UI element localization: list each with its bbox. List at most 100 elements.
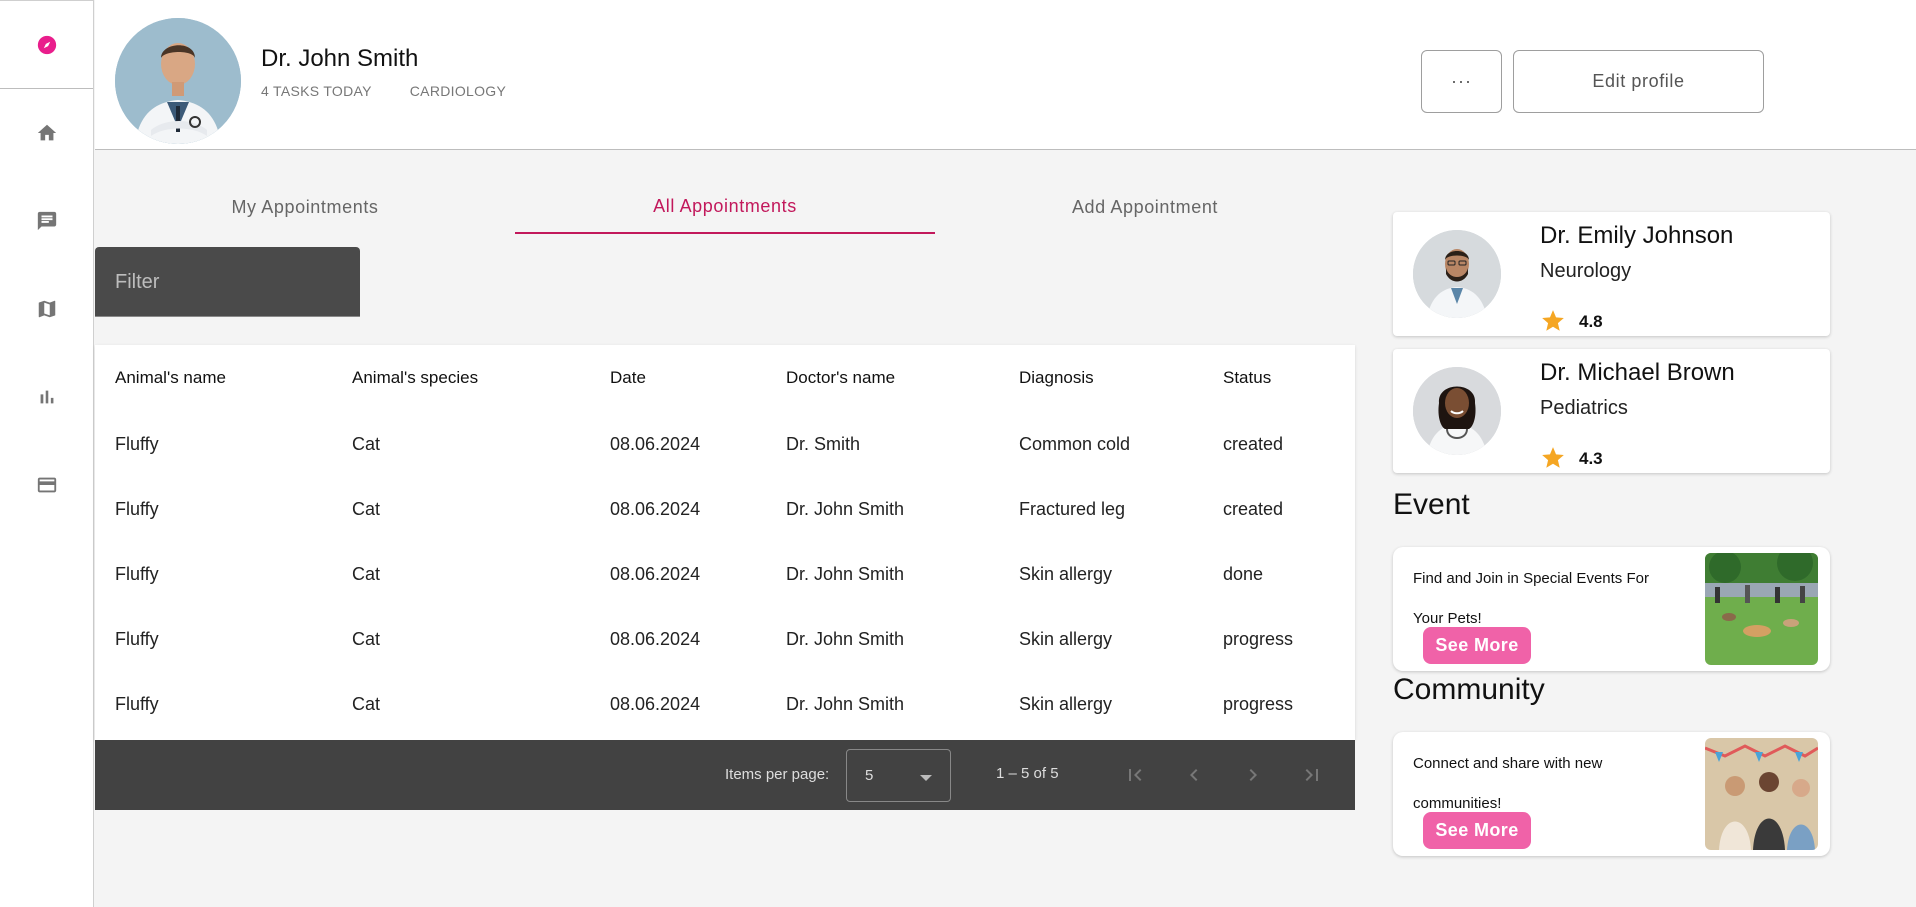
sidebar-item-stats[interactable] <box>0 353 93 441</box>
cell-doctor: Dr. John Smith <box>786 694 905 714</box>
appointments-table: Animal's name Animal's species Date Doct… <box>95 345 1355 740</box>
sidebar-item-explore[interactable] <box>0 0 93 89</box>
cell-species: Cat <box>352 694 381 714</box>
header-diagnosis[interactable]: Diagnosis <box>1019 368 1094 388</box>
doctor-card-rating: 4.8 <box>1579 312 1603 331</box>
profile-header: Dr. John Smith 4 TASKS TODAY CARDIOLOGY ·… <box>95 0 1916 150</box>
doctor-name: Dr. John Smith <box>261 45 419 72</box>
header-date[interactable]: Date <box>610 368 646 388</box>
cell-diagnosis: Skin allergy <box>1019 629 1113 649</box>
doctor-card-specialty: Neurology <box>1540 260 1632 282</box>
sidebar-item-messages[interactable] <box>0 177 93 265</box>
last-page-button[interactable] <box>1299 762 1325 788</box>
tab-add-appointment[interactable]: Add Appointment <box>935 180 1355 234</box>
event-section-title: Event <box>1393 488 1470 521</box>
page-size-value: 5 <box>865 767 874 784</box>
header-status[interactable]: Status <box>1223 368 1271 388</box>
doctor-avatar <box>1413 230 1501 318</box>
doctor-card-name: Dr. Michael Brown <box>1540 359 1735 386</box>
people-gathering-image-icon <box>1705 738 1818 850</box>
doctor-card[interactable]: Dr. Michael Brown Pediatrics 4.3 <box>1393 349 1830 473</box>
tasks-today: 4 TASKS TODAY <box>261 83 372 99</box>
more-button[interactable]: ··· <box>1421 50 1502 113</box>
doctor-portrait-icon <box>1413 230 1501 318</box>
tab-my-appointments[interactable]: My Appointments <box>95 180 515 234</box>
cell-date: 08.06.2024 <box>610 564 701 584</box>
cell-species: Cat <box>352 499 381 519</box>
sidebar <box>0 0 94 907</box>
chevron-left-icon <box>1190 769 1198 781</box>
table-row[interactable]: Fluffy Cat 08.06.2024 Dr. John Smith Fra… <box>95 477 1355 542</box>
table-row[interactable]: Fluffy Cat 08.06.2024 Dr. John Smith Ski… <box>95 542 1355 607</box>
doctor-card-specialty: Pediatrics <box>1540 397 1628 419</box>
cell-species: Cat <box>352 434 381 454</box>
cell-diagnosis: Common cold <box>1019 434 1131 454</box>
chat-icon <box>37 211 56 231</box>
cell-doctor: Dr. John Smith <box>786 499 905 519</box>
first-page-icon <box>1129 769 1142 781</box>
page-size-select[interactable]: 5 <box>846 749 951 802</box>
doctor-card-name: Dr. Emily Johnson <box>1540 222 1734 249</box>
community-see-more-button[interactable]: See More <box>1423 812 1531 849</box>
community-section-title: Community <box>1393 673 1545 706</box>
table-header-row: Animal's name Animal's species Date Doct… <box>95 345 1355 410</box>
star-icon <box>1542 310 1564 331</box>
cell-status: progress <box>1223 629 1294 649</box>
caret-down-icon <box>920 775 932 781</box>
map-icon <box>38 300 55 318</box>
table-row[interactable]: Fluffy Cat 08.06.2024 Dr. John Smith Ski… <box>95 672 1355 737</box>
table-row[interactable]: Fluffy Cat 08.06.2024 Dr. John Smith Ski… <box>95 607 1355 672</box>
sidebar-item-home[interactable] <box>0 89 93 177</box>
page-range: 1 – 5 of 5 <box>996 765 1059 782</box>
cell-date: 08.06.2024 <box>610 434 701 454</box>
cell-animal-name: Fluffy <box>115 694 159 714</box>
cell-diagnosis: Skin allergy <box>1019 564 1113 584</box>
last-page-icon <box>1305 769 1318 781</box>
cell-doctor: Dr. John Smith <box>786 629 905 649</box>
bar-chart-icon <box>40 390 53 404</box>
cell-date: 08.06.2024 <box>610 499 701 519</box>
compass-icon <box>37 35 56 54</box>
cell-species: Cat <box>352 564 381 584</box>
cell-species: Cat <box>352 629 381 649</box>
cell-status: progress <box>1223 694 1294 714</box>
event-card: Find and Join in Special Events For Your… <box>1393 547 1830 671</box>
cell-status: done <box>1223 564 1264 584</box>
first-page-button[interactable] <box>1122 762 1148 788</box>
credit-card-icon <box>37 477 56 493</box>
community-card: Connect and share with new communities! … <box>1393 732 1830 856</box>
sidebar-item-map[interactable] <box>0 265 93 353</box>
header-animal-species[interactable]: Animal's species <box>352 368 478 388</box>
paginator: Items per page: 5 1 – 5 of 5 <box>95 740 1355 810</box>
next-page-button[interactable] <box>1240 762 1266 788</box>
doctor-meta: 4 TASKS TODAY CARDIOLOGY <box>261 83 506 99</box>
community-image <box>1705 738 1818 850</box>
doctor-portrait-icon <box>1413 367 1501 455</box>
cell-animal-name: Fluffy <box>115 629 159 649</box>
tab-all-appointments[interactable]: All Appointments <box>515 180 935 234</box>
doctor-card[interactable]: Dr. Emily Johnson Neurology 4.8 <box>1393 212 1830 336</box>
department: CARDIOLOGY <box>409 83 507 99</box>
event-image <box>1705 553 1818 665</box>
cell-animal-name: Fluffy <box>115 434 159 454</box>
star-icon <box>1542 447 1564 468</box>
cell-animal-name: Fluffy <box>115 499 159 519</box>
cell-animal-name: Fluffy <box>115 564 159 584</box>
cell-doctor: Dr. Smith <box>786 434 861 454</box>
previous-page-button[interactable] <box>1181 762 1207 788</box>
dog-park-image-icon <box>1705 553 1818 665</box>
chevron-right-icon <box>1249 769 1257 781</box>
doctor-avatar <box>1413 367 1501 455</box>
appointment-tabs: My Appointments All Appointments Add App… <box>95 180 1355 234</box>
header-doctor-name[interactable]: Doctor's name <box>786 368 895 388</box>
items-per-page-label: Items per page: <box>725 766 830 783</box>
header-animal-name[interactable]: Animal's name <box>115 368 226 388</box>
edit-profile-button[interactable]: Edit profile <box>1513 50 1764 113</box>
home-icon <box>37 124 56 141</box>
sidebar-item-payment[interactable] <box>0 441 93 529</box>
filter-input[interactable]: Filter <box>95 247 360 317</box>
cell-status: created <box>1223 434 1284 454</box>
cell-status: created <box>1223 499 1284 519</box>
table-row[interactable]: Fluffy Cat 08.06.2024 Dr. Smith Common c… <box>95 412 1355 477</box>
event-see-more-button[interactable]: See More <box>1423 627 1531 664</box>
